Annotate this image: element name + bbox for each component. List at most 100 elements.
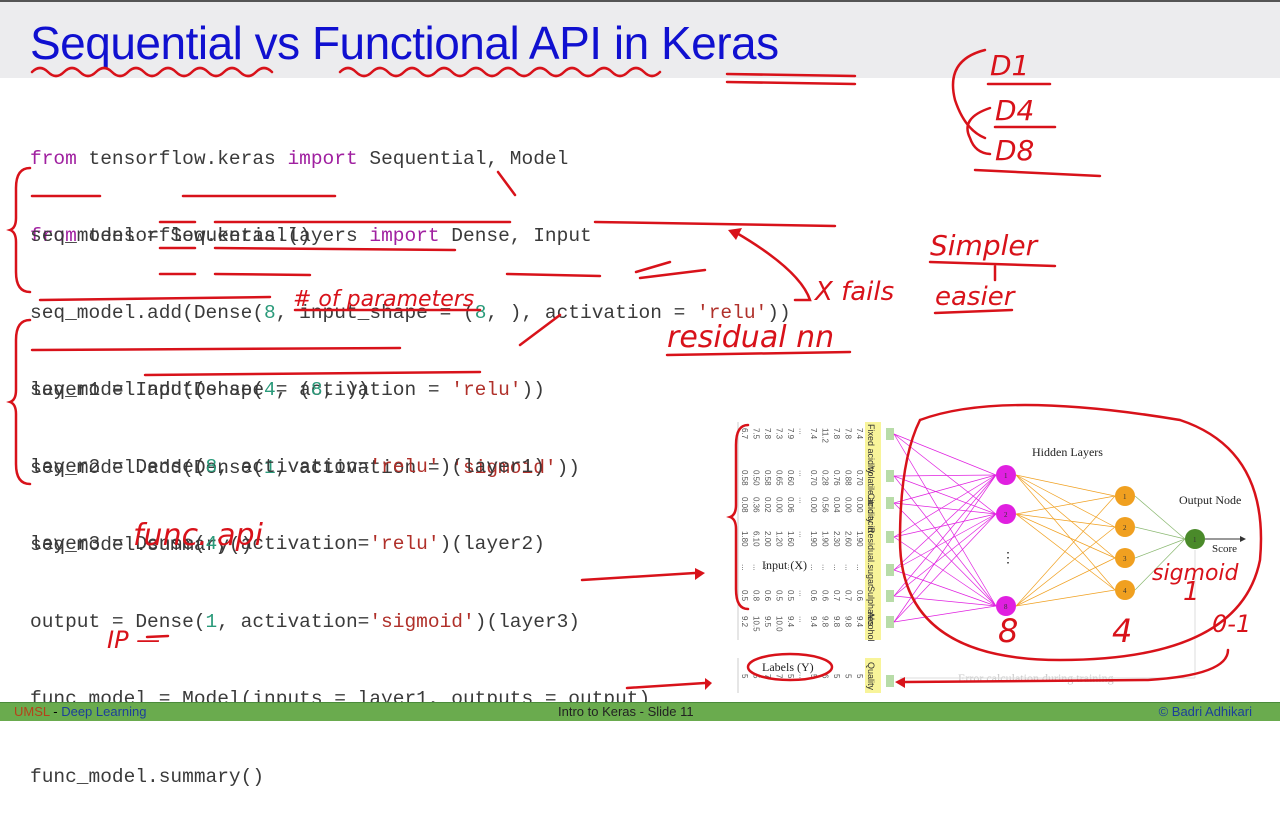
table-cell: 0.00 bbox=[809, 497, 818, 513]
table-cell: 0.00 bbox=[844, 497, 853, 513]
code-text: )(layer1) bbox=[439, 455, 545, 478]
table-cell: ... bbox=[752, 564, 761, 571]
input-node bbox=[886, 616, 894, 628]
table-cell: 0.00 bbox=[775, 497, 784, 513]
import-line: from tensorflow.keras import Sequential,… bbox=[30, 147, 592, 173]
table-cell: 0.5 bbox=[786, 590, 795, 602]
table-cell: 9.8 bbox=[821, 616, 830, 628]
table-cell: 0.04 bbox=[832, 497, 841, 513]
network-edges bbox=[893, 433, 1186, 623]
code-text: output = Dense( bbox=[30, 610, 206, 633]
code-line: output = Dense(1, activation='sigmoid')(… bbox=[30, 610, 650, 636]
hidden-layer1-node-label: 1 bbox=[1004, 472, 1008, 480]
table-cell: ... bbox=[832, 564, 841, 571]
hidden-layer2-node-label: 1 bbox=[1123, 493, 1127, 501]
label-cell: 5 bbox=[752, 674, 761, 679]
table-cell: 7.8 bbox=[763, 428, 772, 440]
edge bbox=[1015, 495, 1116, 515]
label-cell: 7 bbox=[763, 674, 772, 679]
table-cell: 0.36 bbox=[752, 497, 761, 513]
table-cell: 0.70 bbox=[809, 470, 818, 486]
ellipsis: ⋮ bbox=[1001, 551, 1015, 566]
table-cell: 0.65 bbox=[775, 470, 784, 486]
table-cell: 7.4 bbox=[855, 428, 864, 440]
edge bbox=[1015, 589, 1116, 607]
edge bbox=[893, 513, 997, 538]
code-text: , activation= bbox=[217, 455, 370, 478]
input-x-label: Input (X) bbox=[762, 558, 807, 572]
table-cell: 2.60 bbox=[844, 531, 853, 547]
footer-sep: - bbox=[49, 704, 62, 719]
table-cell: 1.80 bbox=[740, 531, 749, 547]
footer-org: UMSL bbox=[14, 704, 50, 719]
table-cell: 0.70 bbox=[855, 470, 864, 486]
table-cell: 9.4 bbox=[809, 616, 818, 628]
edge bbox=[1015, 495, 1116, 607]
hidden-layers-label: Hidden Layers bbox=[1032, 445, 1103, 459]
table-cell: 1.90 bbox=[855, 531, 864, 547]
footer-copyright: © Badri Adhikari bbox=[1158, 704, 1252, 719]
input-node bbox=[886, 497, 894, 509]
keyword: import bbox=[287, 147, 358, 170]
annotation-d8: D8 bbox=[995, 134, 1034, 167]
label-cell: 5 bbox=[855, 674, 864, 679]
table-cell: ... bbox=[821, 564, 830, 571]
table-cell: 9.8 bbox=[844, 616, 853, 628]
label-cell: 5 bbox=[740, 674, 749, 679]
code-text: )) bbox=[767, 301, 791, 324]
table-cell: 7.8 bbox=[844, 428, 853, 440]
code-text: , input_shape = ( bbox=[275, 301, 475, 324]
code-text: )(layer2) bbox=[439, 533, 545, 556]
edge bbox=[1134, 538, 1186, 591]
edge bbox=[1015, 474, 1116, 591]
neural-network-diagram: Fixed acidityVolatile acidityCitric acid… bbox=[737, 422, 1246, 693]
table-cell: 7.4 bbox=[809, 428, 818, 440]
table-cell: 9.4 bbox=[855, 616, 864, 628]
table-cell: 6.7 bbox=[740, 428, 749, 440]
edge bbox=[893, 502, 997, 607]
score-arrow-head bbox=[1240, 536, 1246, 542]
curved-arrow bbox=[966, 106, 992, 156]
table-cell: 0.08 bbox=[740, 497, 749, 513]
table-cell: 9.4 bbox=[786, 616, 795, 628]
code-string: 'relu' bbox=[369, 533, 440, 556]
table-cell: 0.6 bbox=[821, 590, 830, 602]
table-cell: 0.60 bbox=[786, 470, 795, 486]
table-cell: 0.7 bbox=[832, 590, 841, 602]
code-text: layer3 = Dense( bbox=[30, 533, 206, 556]
table-cell: 0.88 bbox=[844, 470, 853, 486]
table-cell: 9.5 bbox=[763, 616, 772, 628]
input-node bbox=[886, 564, 894, 576]
edge bbox=[893, 536, 997, 607]
hidden-layer1-node-label: 8 bbox=[1004, 603, 1008, 611]
table-cell: 0.6 bbox=[763, 590, 772, 602]
hidden-layer2-node-label: 3 bbox=[1123, 555, 1127, 563]
table-cell: 0.00 bbox=[855, 497, 864, 513]
edge bbox=[1134, 495, 1186, 540]
table-cell: 6.10 bbox=[752, 531, 761, 547]
annotation-d4: D4 bbox=[995, 94, 1034, 127]
code-string: 'relu' bbox=[369, 455, 440, 478]
table-cell: 10.0 bbox=[775, 616, 784, 632]
code-number: 8 bbox=[474, 301, 487, 324]
table-cell: 0.7 bbox=[844, 590, 853, 602]
edge bbox=[893, 475, 997, 607]
title-band: Sequential vs Functional API in Keras bbox=[0, 0, 1280, 78]
edge bbox=[893, 474, 997, 538]
table-cell: 0.6 bbox=[809, 590, 818, 602]
code-number: 8 bbox=[264, 301, 276, 324]
edge bbox=[893, 433, 997, 607]
table-cell: 1.20 bbox=[775, 531, 784, 547]
edge bbox=[1015, 557, 1116, 607]
functional-code-block: layer1 = Input(shape = (8, )) layer2 = D… bbox=[30, 326, 650, 816]
table-cell: 9.8 bbox=[832, 616, 841, 628]
table-cell: 2.00 bbox=[763, 531, 772, 547]
label-header: Quality bbox=[866, 662, 876, 691]
table-cell: ... bbox=[798, 616, 807, 623]
code-string: 'relu' bbox=[697, 301, 768, 324]
table-cell: 1.60 bbox=[786, 531, 795, 547]
code-text: , activation= bbox=[217, 533, 370, 556]
label-cell: 7 bbox=[775, 674, 784, 679]
table-cell: 0.58 bbox=[740, 470, 749, 486]
table-cell: 7.8 bbox=[832, 428, 841, 440]
